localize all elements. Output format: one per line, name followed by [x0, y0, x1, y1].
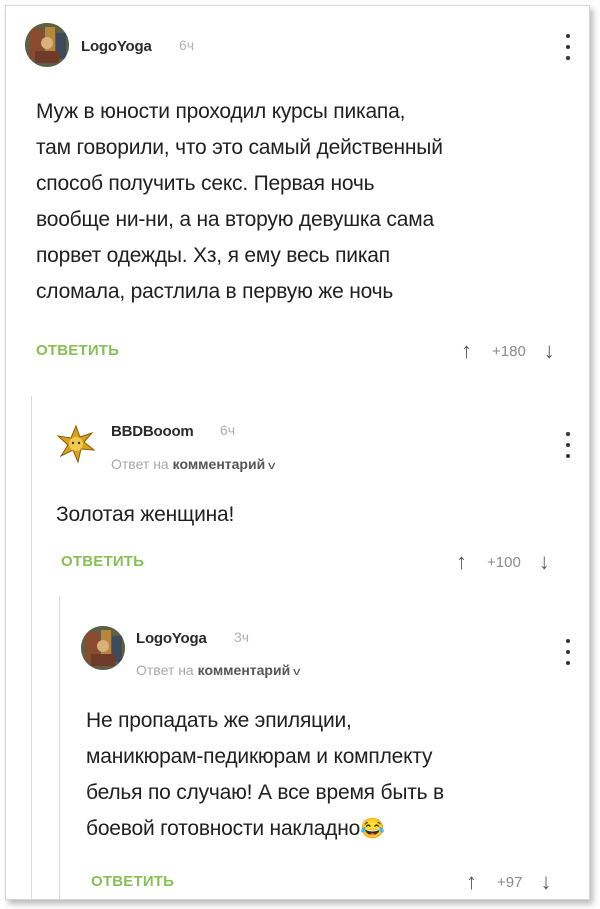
- downvote-icon[interactable]: ↓: [540, 871, 551, 893]
- chevron-down-icon[interactable]: v: [293, 666, 300, 678]
- timestamp: 6ч: [220, 422, 236, 438]
- username[interactable]: LogoYoga: [81, 38, 152, 55]
- more-options-icon[interactable]: [562, 639, 574, 665]
- comment-text-body: Не пропадать же эпиляции, маникюрам-педи…: [86, 709, 444, 840]
- username[interactable]: BBDBooom: [111, 423, 194, 440]
- rating: +97: [497, 873, 523, 891]
- downvote-icon[interactable]: ↓: [539, 551, 550, 573]
- reply-to[interactable]: Ответ на комментарий v: [136, 662, 301, 678]
- comment-2: BBDBooom 6ч Ответ на комментарий v Золота…: [6, 386, 589, 586]
- reply-button[interactable]: ОТВЕТИТЬ: [91, 873, 174, 890]
- avatar[interactable]: [56, 424, 96, 464]
- comment-thread: LogoYoga 6ч Муж в юности проходил курсы …: [5, 5, 590, 900]
- reply-button[interactable]: ОТВЕТИТЬ: [36, 342, 119, 359]
- comment-1: LogoYoga 6ч Муж в юности проходил курсы …: [6, 6, 589, 386]
- timestamp: 3ч: [234, 629, 250, 645]
- vote-controls: ↑ +100 ↓: [456, 550, 550, 574]
- avatar[interactable]: [81, 626, 125, 670]
- reply-to-prefix: Ответ на: [111, 456, 169, 472]
- upvote-icon[interactable]: ↑: [466, 871, 477, 893]
- laughing-emoji-icon: 😂: [360, 818, 385, 840]
- chevron-down-icon[interactable]: v: [268, 460, 275, 472]
- more-options-icon[interactable]: [562, 432, 574, 458]
- vote-controls: ↑ +97 ↓: [466, 870, 551, 894]
- upvote-icon[interactable]: ↑: [456, 551, 467, 573]
- reply-button[interactable]: ОТВЕТИТЬ: [61, 553, 144, 570]
- reply-to[interactable]: Ответ на комментарий v: [111, 456, 276, 472]
- rating: +100: [487, 553, 521, 571]
- reply-to-target[interactable]: комментарий: [198, 662, 291, 678]
- comment-text: Не пропадать же эпиляции, маникюрам-педи…: [86, 703, 566, 847]
- upvote-icon[interactable]: ↑: [461, 340, 472, 362]
- comment-text: Муж в юности проходил курсы пикапа, там …: [36, 100, 443, 303]
- timestamp: 6ч: [179, 37, 195, 53]
- reply-to-target[interactable]: комментарий: [173, 456, 266, 472]
- username[interactable]: LogoYoga: [136, 630, 207, 647]
- vote-controls: ↑ +180 ↓: [461, 339, 555, 363]
- avatar[interactable]: [25, 23, 69, 67]
- downvote-icon[interactable]: ↓: [544, 340, 555, 362]
- rating: +180: [492, 342, 526, 360]
- comment-text: Золотая женщина!: [56, 503, 235, 526]
- reply-to-prefix: Ответ на: [136, 662, 194, 678]
- comment-3: LogoYoga 3ч Ответ на комментарий v Не про…: [6, 586, 589, 899]
- more-options-icon[interactable]: [562, 34, 574, 60]
